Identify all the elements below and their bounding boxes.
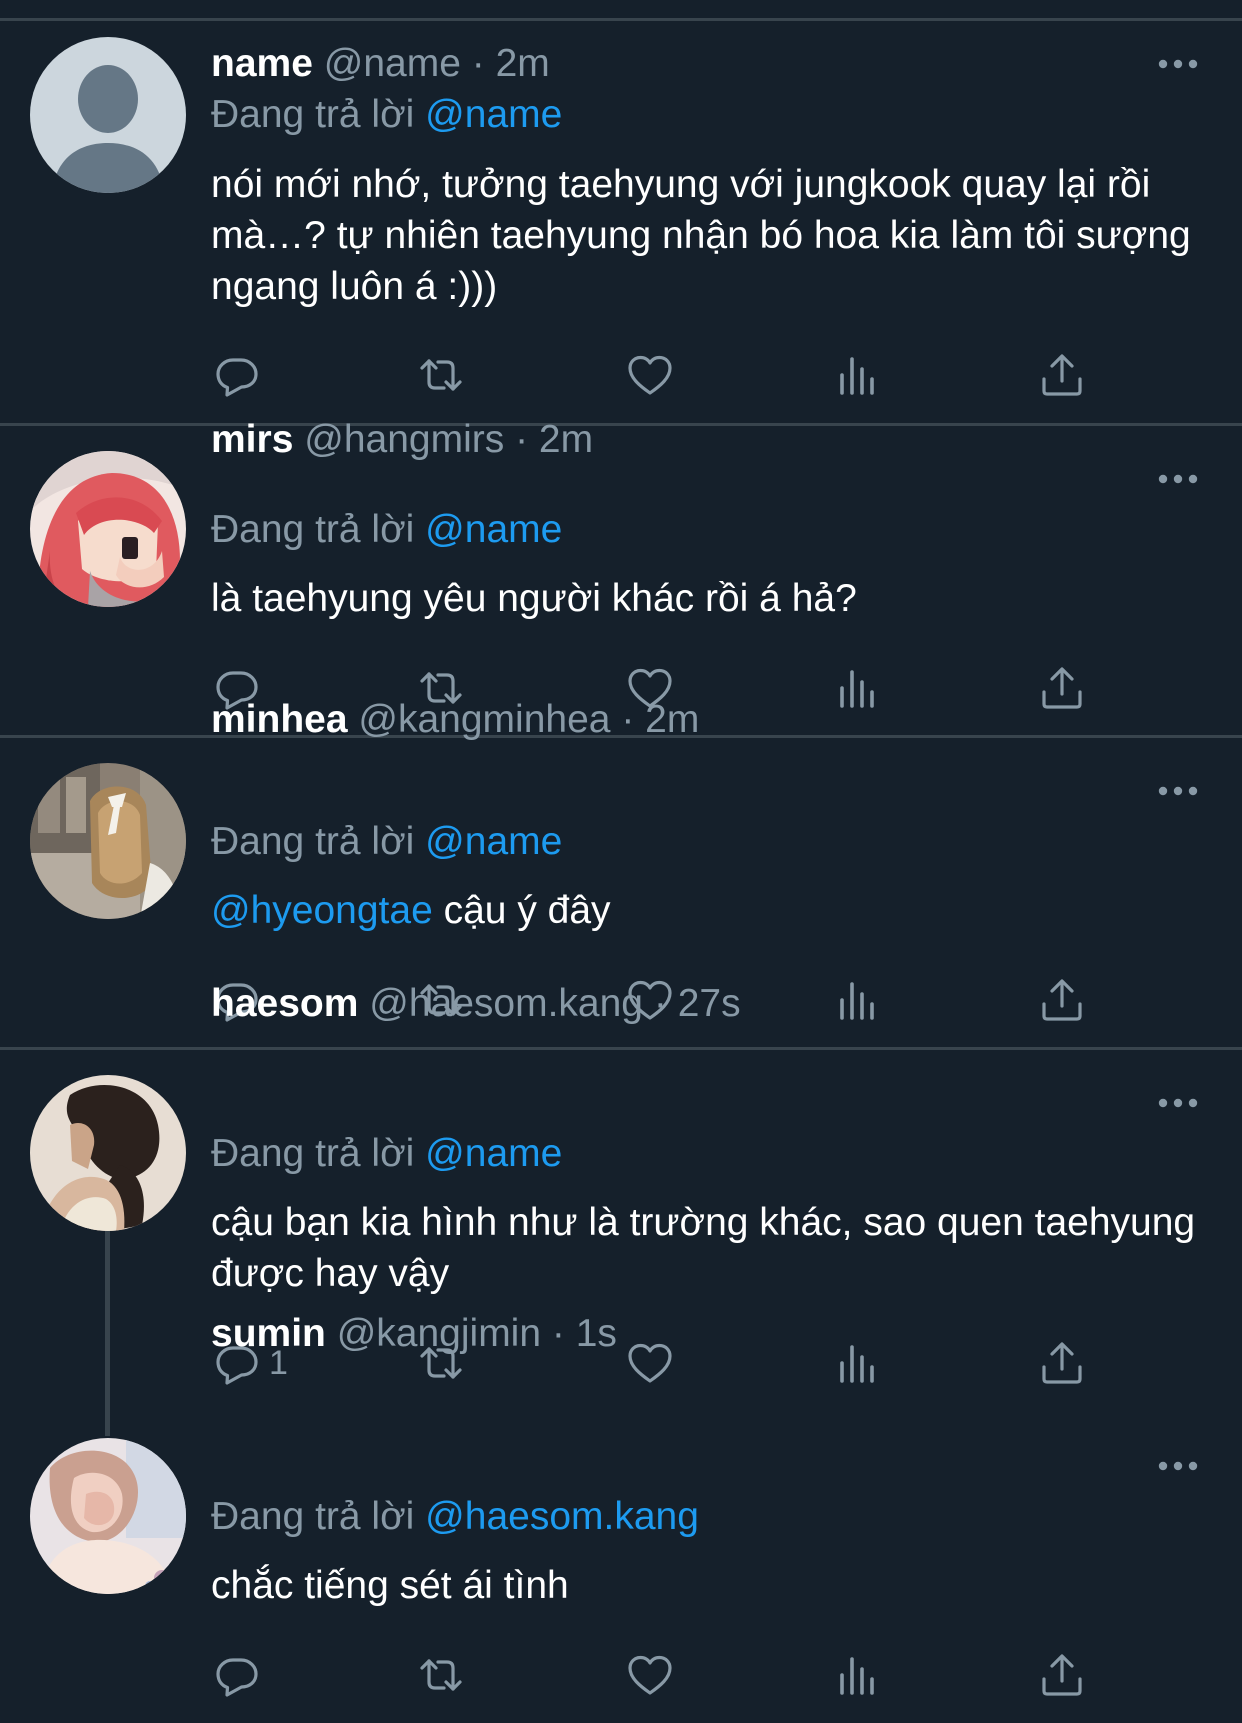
retweet-icon [420,1659,462,1691]
share-icon [1042,1342,1082,1384]
tweet-text: chắc tiếng sét ái tình [211,1564,569,1607]
more-icon[interactable] [1158,58,1198,70]
share-button[interactable] [1038,663,1086,713]
replying-to: Đang trả lời @name [211,1130,562,1178]
tweet-divider [0,423,1242,426]
retweet-icon [420,359,462,391]
avatar-sumin[interactable] [30,1438,186,1594]
heart-icon [628,355,672,395]
replying-to: Đang trả lời @name [211,91,562,139]
replying-to: Đang trả lời @name [211,818,562,866]
display-name[interactable]: haesom [211,982,358,1025]
avatar-default[interactable] [30,37,186,193]
separator-dot: · [551,1312,565,1355]
share-icon [1042,354,1082,396]
reply-to-mention[interactable]: @name [425,820,562,863]
handle[interactable]: @haesom.kang [369,982,643,1025]
like-button[interactable] [626,1338,674,1388]
views-button[interactable] [832,1650,880,1700]
views-button[interactable] [832,975,880,1025]
analytics-icon [840,982,874,1020]
tweet-text-rest: cậu ý đây [432,889,611,932]
tweet-actions [211,1650,1111,1700]
tweet-text: là taehyung yêu người khác rồi á hả? [211,577,857,620]
reply-icon [216,1658,258,1697]
like-button[interactable] [626,1650,674,1700]
avatar-minhea[interactable] [30,763,186,919]
replying-to: Đang trả lời @haesom.kang [211,1493,699,1541]
share-icon [1042,667,1082,709]
share-button[interactable] [1038,350,1086,400]
handle[interactable]: @kangminhea [358,698,610,741]
reply-to-mention[interactable]: @name [425,1132,562,1175]
analytics-icon [840,1345,874,1383]
separator-dot: · [621,698,635,741]
timestamp[interactable]: 1s [576,1312,617,1355]
views-button[interactable] [832,350,880,400]
handle[interactable]: @name [324,42,461,85]
more-icon[interactable] [1158,473,1198,485]
reply-to-mention[interactable]: @name [425,508,562,551]
top-divider [0,18,1242,21]
replying-label: Đang trả lời [211,1495,415,1538]
share-icon [1042,979,1082,1021]
replying-to: Đang trả lời @name [211,506,562,554]
heart-icon [628,1655,672,1695]
views-button[interactable] [832,663,880,713]
more-icon[interactable] [1158,1460,1198,1472]
timestamp[interactable]: 27s [678,982,741,1025]
tweet-divider [0,1047,1242,1050]
tweet-header: haesom @haesom.kang · 27s [211,980,741,1028]
separator-dot: · [471,42,485,85]
display-name[interactable]: mirs [211,418,293,461]
tweet-header: name @name · 2m [211,40,550,88]
analytics-icon [840,670,874,708]
handle[interactable]: @hangmirs [304,418,504,461]
more-icon[interactable] [1158,1097,1198,1109]
tweet-text: @hyeongtae cậu ý đây [211,885,1211,936]
replying-label: Đang trả lời [211,820,415,863]
views-button[interactable] [832,1338,880,1388]
reply-button[interactable] [213,350,269,400]
reply-to-mention[interactable]: @haesom.kang [425,1495,699,1538]
timestamp[interactable]: 2m [645,698,699,741]
share-button[interactable] [1038,975,1086,1025]
tweet-header: minhea @kangminhea · 2m [211,696,699,744]
tweet-actions [211,350,1111,400]
like-button[interactable] [626,350,674,400]
share-icon [1042,1654,1082,1696]
analytics-icon [840,357,874,395]
tweet-text: cậu bạn kia hình như là trường khác, sao… [211,1201,1196,1295]
analytics-icon [840,1657,874,1695]
share-button[interactable] [1038,1338,1086,1388]
separator-dot: · [653,982,667,1025]
display-name[interactable]: name [211,42,313,85]
reply-icon [216,358,258,397]
retweet-button[interactable] [417,1650,465,1700]
replying-label: Đang trả lời [211,508,415,551]
tweet-header: mirs @hangmirs · 2m [211,416,593,464]
handle[interactable]: @kangjimin [337,1312,541,1355]
text-mention[interactable]: @hyeongtae [211,889,433,932]
reply-button[interactable] [213,1650,269,1700]
share-button[interactable] [1038,1650,1086,1700]
reply-to-mention[interactable]: @name [425,93,562,136]
display-name[interactable]: minhea [211,698,348,741]
tweet-header: sumin @kangjimin · 1s [211,1310,617,1358]
separator-dot: · [515,418,529,461]
replying-label: Đang trả lời [211,1132,415,1175]
tweet-text: nói mới nhớ, tưởng taehyung với jungkook… [211,163,1191,308]
avatar-haesom[interactable] [30,1075,186,1231]
avatar-mirs[interactable] [30,451,186,607]
display-name[interactable]: sumin [211,1312,326,1355]
timestamp[interactable]: 2m [496,42,550,85]
retweet-button[interactable] [417,350,465,400]
timestamp[interactable]: 2m [539,418,593,461]
replying-label: Đang trả lời [211,93,415,136]
more-icon[interactable] [1158,785,1198,797]
heart-icon [628,1343,672,1383]
